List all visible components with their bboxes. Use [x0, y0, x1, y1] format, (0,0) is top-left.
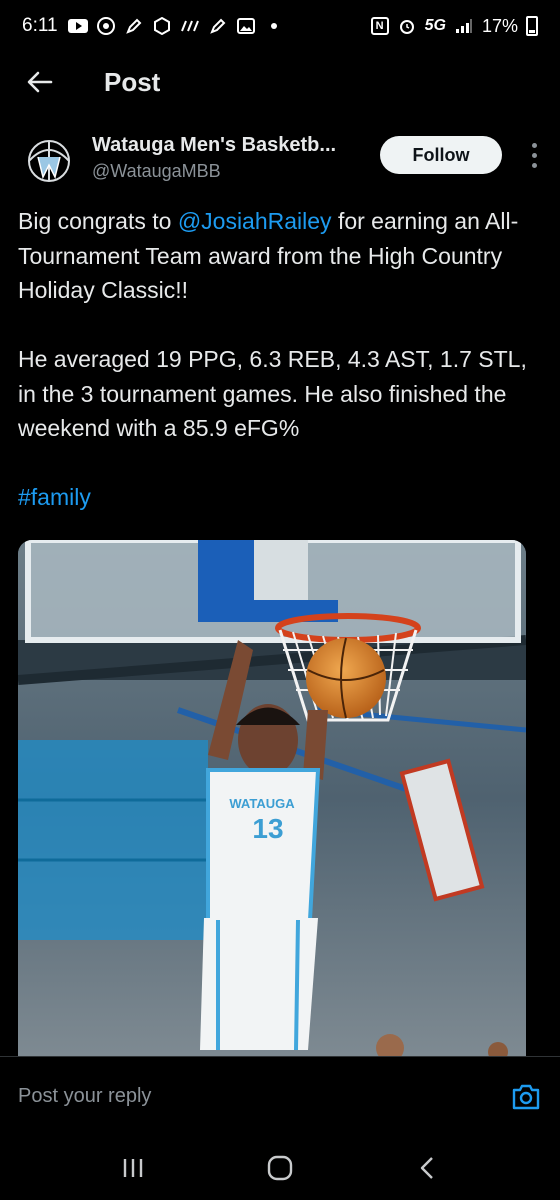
system-nav-bar [0, 1136, 560, 1200]
dunk-photo: WATAUGA 13 [18, 540, 526, 1056]
hashtag-link[interactable]: #family [18, 484, 91, 510]
recent-apps-button[interactable] [103, 1143, 163, 1193]
more-dot-icon [531, 162, 537, 168]
mention-link[interactable]: @JosiahRailey [178, 208, 332, 234]
more-options-button[interactable] [524, 140, 544, 170]
status-time: 6:11 [22, 15, 58, 36]
post-author: Watauga Men's Basketb... @WataugaMBB Fol… [18, 130, 548, 192]
post-paragraph-2: He averaged 19 PPG, 6.3 REB, 4.3 AST, 1.… [18, 346, 527, 441]
post-paragraph-1: Big congrats to @JosiahRailey for earnin… [18, 204, 542, 308]
more-dot-icon [531, 142, 537, 148]
home-icon [267, 1155, 293, 1181]
author-name[interactable]: Watauga Men's Basketb... [92, 134, 362, 157]
avatar[interactable] [18, 130, 80, 192]
battery-icon [526, 16, 538, 36]
camera-icon [512, 1084, 540, 1109]
network-type: 5G [424, 17, 446, 34]
top-app-bar: Post [0, 56, 560, 108]
jersey-number: 13 [252, 813, 283, 844]
page-title: Post [104, 66, 161, 97]
watauga-logo-icon [28, 140, 70, 182]
jersey-text: WATAUGA [229, 796, 295, 811]
post-text-intro: Big congrats to [18, 208, 178, 234]
back-button[interactable] [0, 56, 80, 108]
pen-icon [124, 16, 144, 36]
recent-apps-icon [124, 1159, 143, 1177]
signal-icon [454, 16, 474, 36]
back-arrow-icon [27, 71, 53, 93]
battery-percent: 17% [481, 15, 518, 36]
gallery-icon [236, 16, 256, 36]
youtube-icon [67, 16, 88, 36]
dot-icon [264, 16, 284, 36]
nav-back-button[interactable] [397, 1143, 457, 1193]
follow-button[interactable]: Follow [380, 136, 502, 174]
reply-bar [0, 1056, 560, 1136]
post-image[interactable]: WATAUGA 13 [18, 540, 526, 1056]
more-dot-icon [531, 152, 537, 158]
author-info: Watauga Men's Basketb... @WataugaMBB [92, 134, 362, 182]
status-bar: 6:11 N 5G 17% [0, 0, 560, 52]
pen-icon-2 [208, 16, 228, 36]
camera-button[interactable] [510, 1081, 542, 1113]
chevron-left-icon [420, 1157, 433, 1179]
post-body: Big congrats to @JosiahRailey for earnin… [18, 204, 542, 515]
crypto-app-icon [96, 16, 116, 36]
home-button[interactable] [250, 1143, 310, 1193]
alarm-icon [397, 16, 417, 36]
system-icons: N 5G 17% [370, 15, 538, 37]
reply-input[interactable] [18, 1085, 510, 1108]
signal-app-icon [180, 16, 200, 36]
nfc-icon: N [370, 17, 389, 35]
shield-app-icon [152, 16, 172, 36]
notification-icons [67, 16, 284, 36]
author-handle[interactable]: @WataugaMBB [92, 161, 362, 182]
